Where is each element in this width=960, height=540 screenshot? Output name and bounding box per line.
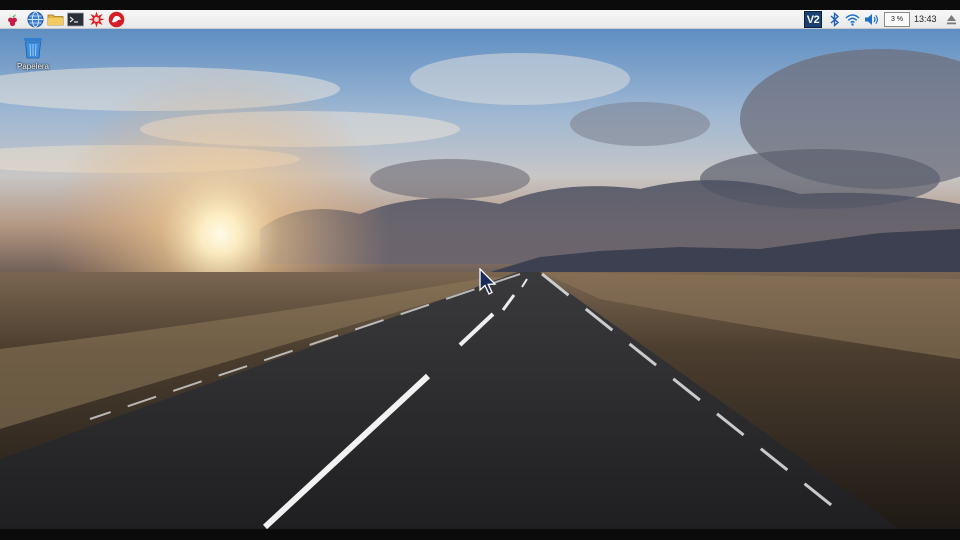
screen-top-border bbox=[0, 0, 960, 10]
vnc-server-icon[interactable]: V2 bbox=[804, 11, 822, 28]
bluetooth-icon[interactable] bbox=[826, 11, 843, 28]
taskbar: V2 3 % 13:43 bbox=[0, 10, 960, 29]
file-manager-folder-icon[interactable] bbox=[47, 11, 64, 28]
screen-bottom-border bbox=[0, 529, 960, 540]
volume-icon[interactable] bbox=[863, 11, 880, 28]
trash-icon bbox=[22, 36, 44, 65]
clock[interactable]: 13:43 bbox=[914, 10, 937, 29]
math-kernel-star-icon[interactable] bbox=[88, 11, 105, 28]
cpu-usage-monitor[interactable]: 3 % bbox=[884, 12, 910, 27]
terminal-icon[interactable] bbox=[67, 11, 84, 28]
desktop-icon-label: Papelera bbox=[16, 62, 50, 71]
eject-icon[interactable] bbox=[943, 11, 960, 28]
wolfram-icon[interactable] bbox=[108, 11, 125, 28]
wifi-icon[interactable] bbox=[844, 11, 861, 28]
mouse-pointer-icon bbox=[478, 267, 498, 298]
web-browser-globe-icon[interactable] bbox=[27, 11, 44, 28]
desktop-icon-trash[interactable]: Papelera bbox=[12, 36, 54, 76]
raspberry-menu-icon[interactable] bbox=[4, 11, 21, 28]
